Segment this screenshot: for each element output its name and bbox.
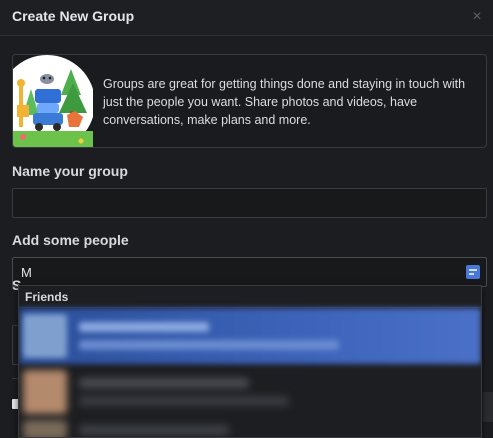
suggestion-item[interactable] xyxy=(19,364,481,420)
add-people-value: M xyxy=(21,265,32,280)
intro-text: Groups are great for getting things done… xyxy=(103,77,466,127)
create-group-dialog: Create New Group × Groups are great for … xyxy=(0,0,493,438)
suggestion-name-blurred xyxy=(79,425,229,435)
dialog-title: Create New Group xyxy=(12,8,135,24)
suggestion-name-blurred xyxy=(79,322,209,332)
dropdown-section-header: Friends xyxy=(19,286,481,308)
suggestion-detail-blurred xyxy=(79,396,289,406)
intro-panel: Groups are great for getting things done… xyxy=(12,54,487,148)
suggestion-detail-blurred xyxy=(79,340,339,350)
friend-suggestions-dropdown: Friends xyxy=(18,285,482,438)
compose-icon[interactable] xyxy=(466,265,480,279)
group-name-label: Name your group xyxy=(12,163,128,179)
suggestion-item[interactable] xyxy=(19,308,481,364)
suggestion-name-blurred xyxy=(79,378,249,388)
suggestion-item[interactable] xyxy=(19,420,481,437)
avatar xyxy=(23,370,67,414)
add-people-input[interactable]: M xyxy=(12,257,487,287)
scroll-edge xyxy=(483,392,493,422)
group-illustration xyxy=(13,55,93,147)
group-name-input[interactable] xyxy=(12,188,487,218)
close-icon[interactable]: × xyxy=(467,7,487,27)
dialog-header: Create New Group × xyxy=(0,0,493,36)
avatar xyxy=(23,314,67,358)
add-people-label: Add some people xyxy=(12,232,129,248)
avatar xyxy=(23,420,67,437)
